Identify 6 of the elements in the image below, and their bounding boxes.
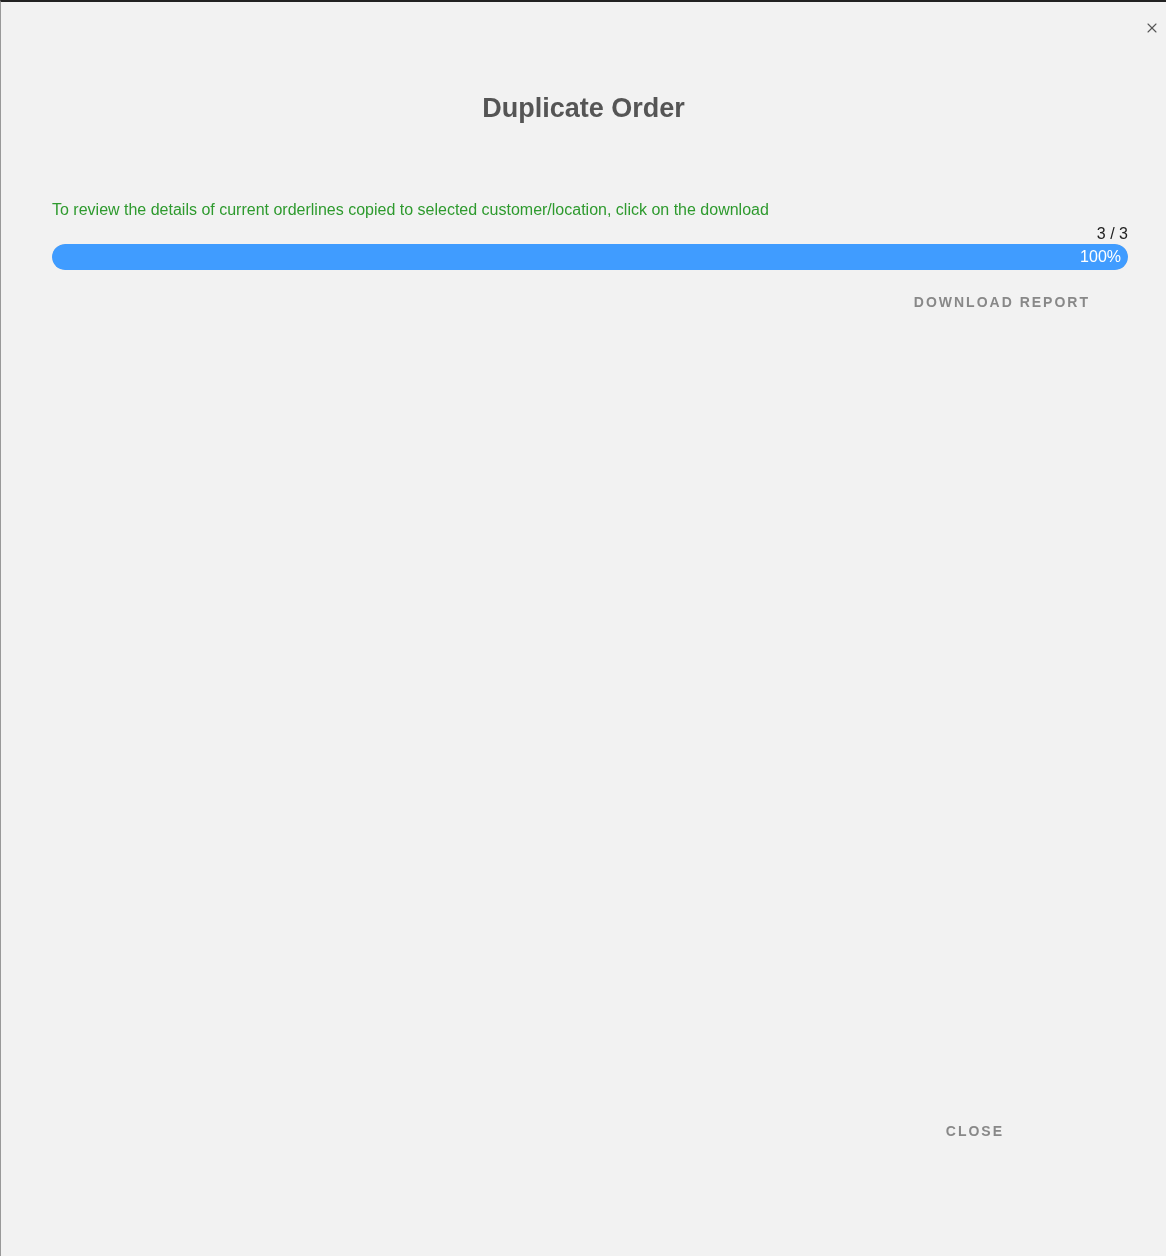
dialog-title: Duplicate Order [482, 92, 685, 125]
download-report-button[interactable]: DOWNLOAD REPORT [911, 290, 1092, 315]
close-button[interactable]: CLOSE [943, 1119, 1006, 1144]
progress-percent: 100% [1080, 247, 1121, 267]
info-message: To review the details of current orderlines copied to selected customer/location, click on the download [52, 200, 770, 220]
progress-count: 3 / 3 [1096, 224, 1128, 244]
